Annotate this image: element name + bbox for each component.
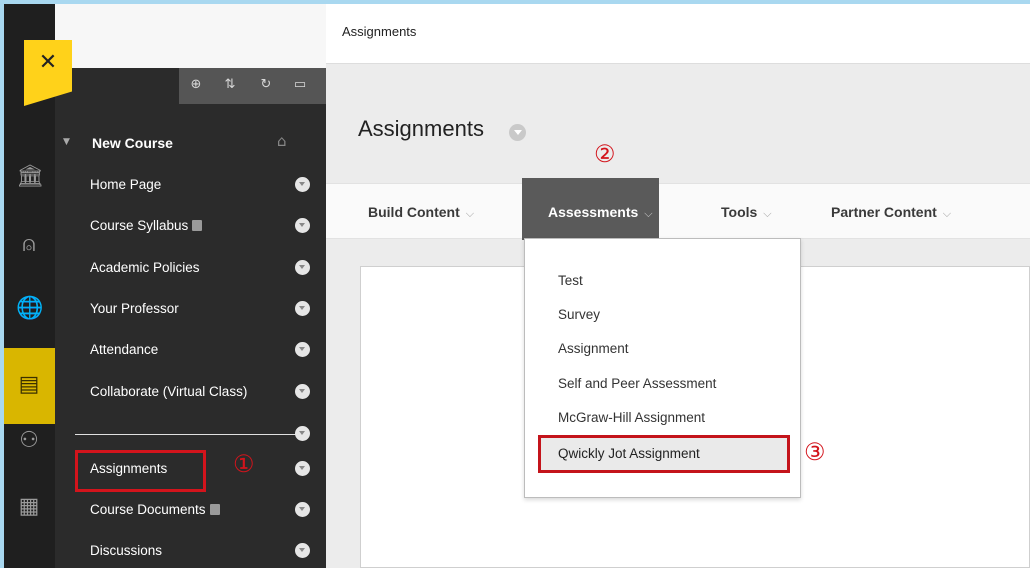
breadcrumb[interactable]: Assignments <box>342 24 416 39</box>
item-options-icon[interactable] <box>295 384 310 399</box>
courses-icon: ▤ <box>18 372 40 397</box>
item-options-icon[interactable] <box>295 461 310 476</box>
menu-item-text: Course Documents <box>90 502 206 517</box>
folder-view-icon[interactable]: ▭ <box>291 76 309 94</box>
step3-marker: ③ <box>804 438 826 466</box>
build-content-label: Build Content <box>368 204 460 220</box>
profile-icon[interactable]: ⍝ <box>16 232 42 258</box>
menu-item-academic-policies[interactable]: Academic Policies <box>55 254 326 284</box>
tools-label: Tools <box>721 204 758 220</box>
menu-divider <box>75 434 297 435</box>
item-options-icon[interactable] <box>295 342 310 357</box>
chevron-down-icon: ⌵ <box>763 207 772 220</box>
menu-item-label: Home Page <box>90 177 162 192</box>
course-title-row[interactable]: ▼ New Course ⌂ <box>55 128 326 158</box>
menu-item-course-syllabus[interactable]: Course Syllabus <box>55 212 326 242</box>
collapse-caret-icon[interactable]: ▼ <box>63 137 70 147</box>
menu-item-course-documents[interactable]: Course Documents <box>55 496 326 526</box>
page-title: Assignments <box>358 116 484 141</box>
menu-item-label: Attendance <box>90 342 159 357</box>
globe-icon[interactable]: 🌐 <box>16 296 43 322</box>
menu-item-label: Collaborate (Virtual Class) <box>90 384 248 399</box>
dropdown-item-self-peer-assessment[interactable]: Self and Peer Assessment <box>558 376 716 391</box>
content-area: Assignments Assignments ② Build Content ⌵… <box>326 4 1030 568</box>
item-options-icon[interactable] <box>295 502 310 517</box>
partner-content-menu[interactable]: Partner Content ⌵ <box>831 204 951 221</box>
dropdown-item-survey[interactable]: Survey <box>558 307 600 322</box>
assessments-dropdown: Test Survey Assignment Self and Peer Ass… <box>524 238 801 498</box>
course-name: New Course <box>92 135 173 151</box>
step2-marker: ② <box>594 140 616 168</box>
menu-item-label: Course Syllabus <box>90 218 203 233</box>
menu-item-discussions[interactable]: Discussions <box>55 537 326 567</box>
calendar-icon[interactable]: ▦ <box>16 494 42 520</box>
content-badge-icon <box>192 220 203 231</box>
menu-item-collaborate[interactable]: Collaborate (Virtual Class) <box>55 378 326 408</box>
close-icon: ✕ <box>38 50 58 75</box>
item-options-icon[interactable] <box>295 543 310 558</box>
menu-item-home-page[interactable]: Home Page <box>55 171 326 201</box>
dropdown-item-assignment[interactable]: Assignment <box>558 341 629 356</box>
organizations-icon[interactable]: ⚇ <box>16 428 42 454</box>
assessments-menu[interactable]: Assessments ⌵ <box>522 178 659 240</box>
tools-menu[interactable]: Tools ⌵ <box>721 204 772 221</box>
action-bar: Build Content ⌵ Tools ⌵ Partner Content ⌵ <box>326 183 1030 239</box>
menu-item-label: Academic Policies <box>90 260 200 275</box>
dropdown-item-qwickly-jot-assignment[interactable]: Qwickly Jot Assignment <box>538 435 790 473</box>
assessments-label: Assessments <box>548 204 639 220</box>
courses-nav-active[interactable]: ▤ <box>4 348 55 424</box>
menu-item-label: Your Professor <box>90 301 179 316</box>
item-options-icon[interactable] <box>295 218 310 233</box>
item-options-icon[interactable] <box>295 301 310 316</box>
partner-content-label: Partner Content <box>831 204 937 220</box>
course-menu-header <box>55 4 326 68</box>
chevron-down-icon: ⌵ <box>942 207 952 220</box>
course-menu-toolbar-spacer <box>55 68 179 104</box>
course-menu: ⊕ ⇅ ↻ ▭ ▼ New Course ⌂ Home Page Course … <box>55 4 326 568</box>
dropdown-item-mcgraw-hill-assignment[interactable]: McGraw-Hill Assignment <box>558 410 705 425</box>
add-menu-item-icon[interactable]: ⊕ <box>187 76 205 94</box>
course-menu-toolbar: ⊕ ⇅ ↻ ▭ <box>179 68 326 104</box>
menu-item-label: Course Documents <box>90 502 220 517</box>
qwickly-jot-label: Qwickly Jot Assignment <box>558 446 700 461</box>
chevron-down-icon: ⌵ <box>644 207 653 220</box>
menu-item-your-professor[interactable]: Your Professor <box>55 295 326 325</box>
item-options-icon[interactable] <box>295 260 310 275</box>
home-icon[interactable]: ⌂ <box>277 132 287 150</box>
step1-marker: ① <box>233 450 255 478</box>
menu-item-text: Course Syllabus <box>90 218 189 233</box>
build-content-menu[interactable]: Build Content ⌵ <box>368 204 474 221</box>
chevron-down-icon: ⌵ <box>465 207 475 220</box>
divider-options-icon[interactable] <box>295 426 310 441</box>
dropdown-item-test[interactable]: Test <box>558 273 583 288</box>
menu-item-attendance[interactable]: Attendance <box>55 336 326 366</box>
institution-icon[interactable]: 🏛 <box>16 164 44 190</box>
item-options-icon[interactable] <box>295 177 310 192</box>
breadcrumb-bar: Assignments <box>326 4 1030 64</box>
reorder-icon[interactable]: ⇅ <box>221 76 239 94</box>
assessments-menu-label: Assessments ⌵ <box>548 204 653 221</box>
refresh-icon[interactable]: ↻ <box>257 76 275 94</box>
page-options-chevron-icon[interactable] <box>509 124 526 141</box>
menu-item-label: Discussions <box>90 543 163 558</box>
content-badge-icon <box>209 504 220 515</box>
step1-highlight-box <box>75 450 206 492</box>
